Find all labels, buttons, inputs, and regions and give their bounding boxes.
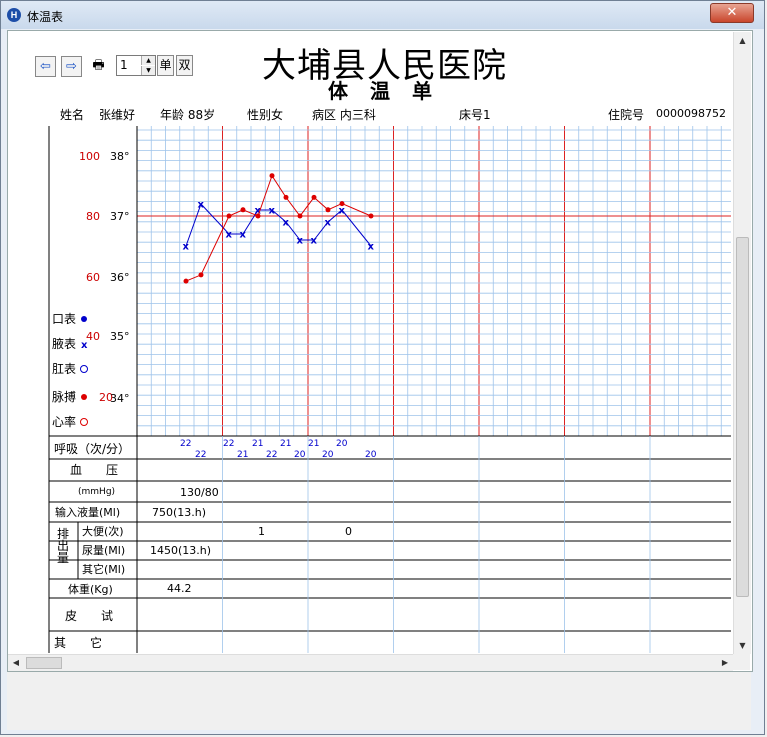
bottom-panel [7,672,751,730]
vertical-scroll-thumb[interactable] [736,237,749,597]
respiration-value: 21 [252,439,263,449]
legend-label: 脉搏 [52,389,76,404]
legend-heart-marker [80,418,88,426]
axillary-point: x [311,236,318,247]
bp-unit: (mmHg) [78,487,115,497]
axillary-point: x [283,218,290,229]
legend-axillary-marker: x [81,340,88,351]
respiration-value: 21 [308,439,319,449]
pulse-point [183,278,189,284]
axillary-point: x [240,230,247,241]
axillary-point: x [325,218,332,229]
pulse-point [368,213,374,219]
scroll-left-icon[interactable]: ◀ [8,655,24,671]
weight-value: 44.2 [167,582,192,595]
legend-rectal-marker [80,365,88,373]
pulse-point [198,272,204,278]
skin-test-label: 皮 试 [65,608,113,623]
stool-value: 1 [258,525,265,538]
pulse-point [269,173,275,179]
pulse-point [283,194,289,200]
vertical-scrollbar[interactable]: ▲ ▼ [733,32,751,654]
scroll-right-icon[interactable]: ▶ [717,655,733,671]
pulse-point [311,194,317,200]
respiration-value: 20 [294,450,306,460]
respiration-value: 20 [336,439,348,449]
pulse-point [240,207,246,213]
axillary-point: x [269,206,276,217]
respiration-value: 22 [195,450,206,460]
pulse-point [325,207,331,213]
stool-value: 0 [345,525,352,538]
pulse-tick: 40 [86,330,100,343]
other-label: 其 它 [54,635,102,650]
output-label-char: 量 [57,551,69,565]
pulse-point [297,213,303,219]
temp-tick: 35° [110,330,130,343]
temp-tick: 37° [110,210,130,223]
temperature-chart: 1008060402038°37°36°35°34°口表腋表 x肛表脉搏心率xxx… [48,126,736,653]
pulse-point [339,201,345,207]
stool-label: 大便(次) [82,524,124,538]
respiration-value: 21 [237,450,248,460]
temp-tick: 38° [110,150,130,163]
respiration-value: 22 [266,450,277,460]
other-output-label: 其它(Ml) [82,562,125,576]
temp-tick: 34° [110,392,130,405]
pulse-tick: 60 [86,271,100,284]
respiration-value: 20 [322,450,334,460]
weight-label: 体重(Kg) [68,582,113,596]
legend-pulse-marker [81,394,87,400]
scroll-up-icon[interactable]: ▲ [734,32,751,49]
respiration-value: 21 [280,439,291,449]
pulse-point [226,213,232,219]
axillary-point: x [368,242,375,253]
legend-label: 肛表 [52,362,76,376]
bp-value: 130/80 [180,486,219,499]
bp-label: 血 压 [70,463,118,477]
legend-label: 腋表 [52,336,76,351]
horizontal-scrollbar[interactable]: ◀ ▶ [8,654,733,671]
scroll-corner [733,654,750,670]
temp-tick: 36° [110,271,130,284]
axillary-point: x [339,206,346,217]
pulse-point [255,213,261,219]
urine-label: 尿量(Ml) [82,544,125,557]
legend-label: 口表 [52,312,76,326]
axillary-point: x [297,236,304,247]
axillary-point: x [226,230,233,241]
legend-oral-marker [81,316,87,322]
pulse-tick: 80 [86,210,100,223]
urine-value: 1450(13.h) [150,544,211,557]
pulse-tick: 100 [79,150,100,163]
legend-label: 心率 [52,414,76,429]
respiration-value: 20 [365,450,377,460]
infusion-value: 750(13.h) [152,506,206,519]
respiration-value: 22 [180,439,191,449]
infusion-label: 输入液量(Ml) [55,505,120,519]
axillary-point: x [183,242,190,253]
horizontal-scroll-thumb[interactable] [26,657,62,669]
respiration-label: 呼吸（次/分） [54,442,130,456]
respiration-value: 22 [223,439,234,449]
axillary-point: x [198,200,205,211]
scroll-down-icon[interactable]: ▼ [734,637,751,654]
